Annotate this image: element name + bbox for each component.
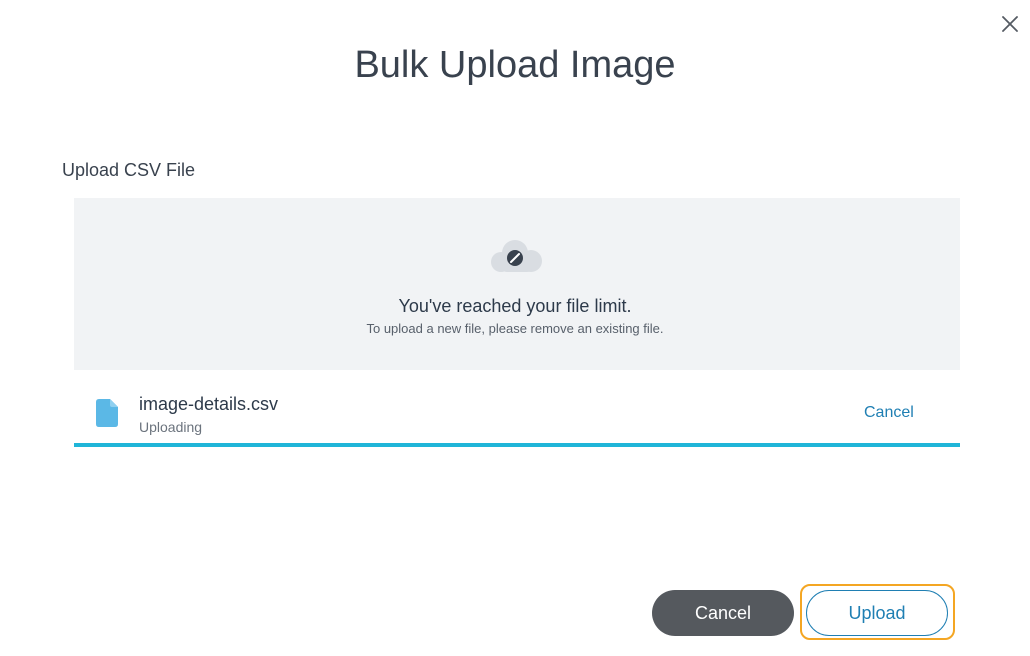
cancel-button[interactable]: Cancel — [652, 590, 794, 636]
file-limit-title: You've reached your file limit. — [398, 296, 632, 316]
upload-progress-fill — [74, 443, 960, 447]
upload-button[interactable]: Upload — [806, 590, 948, 636]
file-limit-subtitle: To upload a new file, please remove an e… — [366, 321, 664, 336]
upload-section-label: Upload CSV File — [62, 160, 196, 180]
file-icon — [96, 399, 118, 427]
close-icon[interactable] — [998, 12, 1022, 36]
uploaded-file-name: image-details.csv — [139, 394, 279, 414]
upload-dropzone[interactable] — [74, 198, 960, 370]
upload-progress-bar — [74, 443, 960, 447]
cancel-file-upload-link[interactable]: Cancel — [864, 404, 914, 422]
dialog-title: Bulk Upload Image — [354, 44, 676, 86]
upload-status: Uploading — [139, 419, 203, 435]
bulk-upload-dialog: Bulk Upload Image Upload CSV File You've… — [0, 0, 1030, 656]
cloud-disabled-icon — [487, 236, 547, 276]
